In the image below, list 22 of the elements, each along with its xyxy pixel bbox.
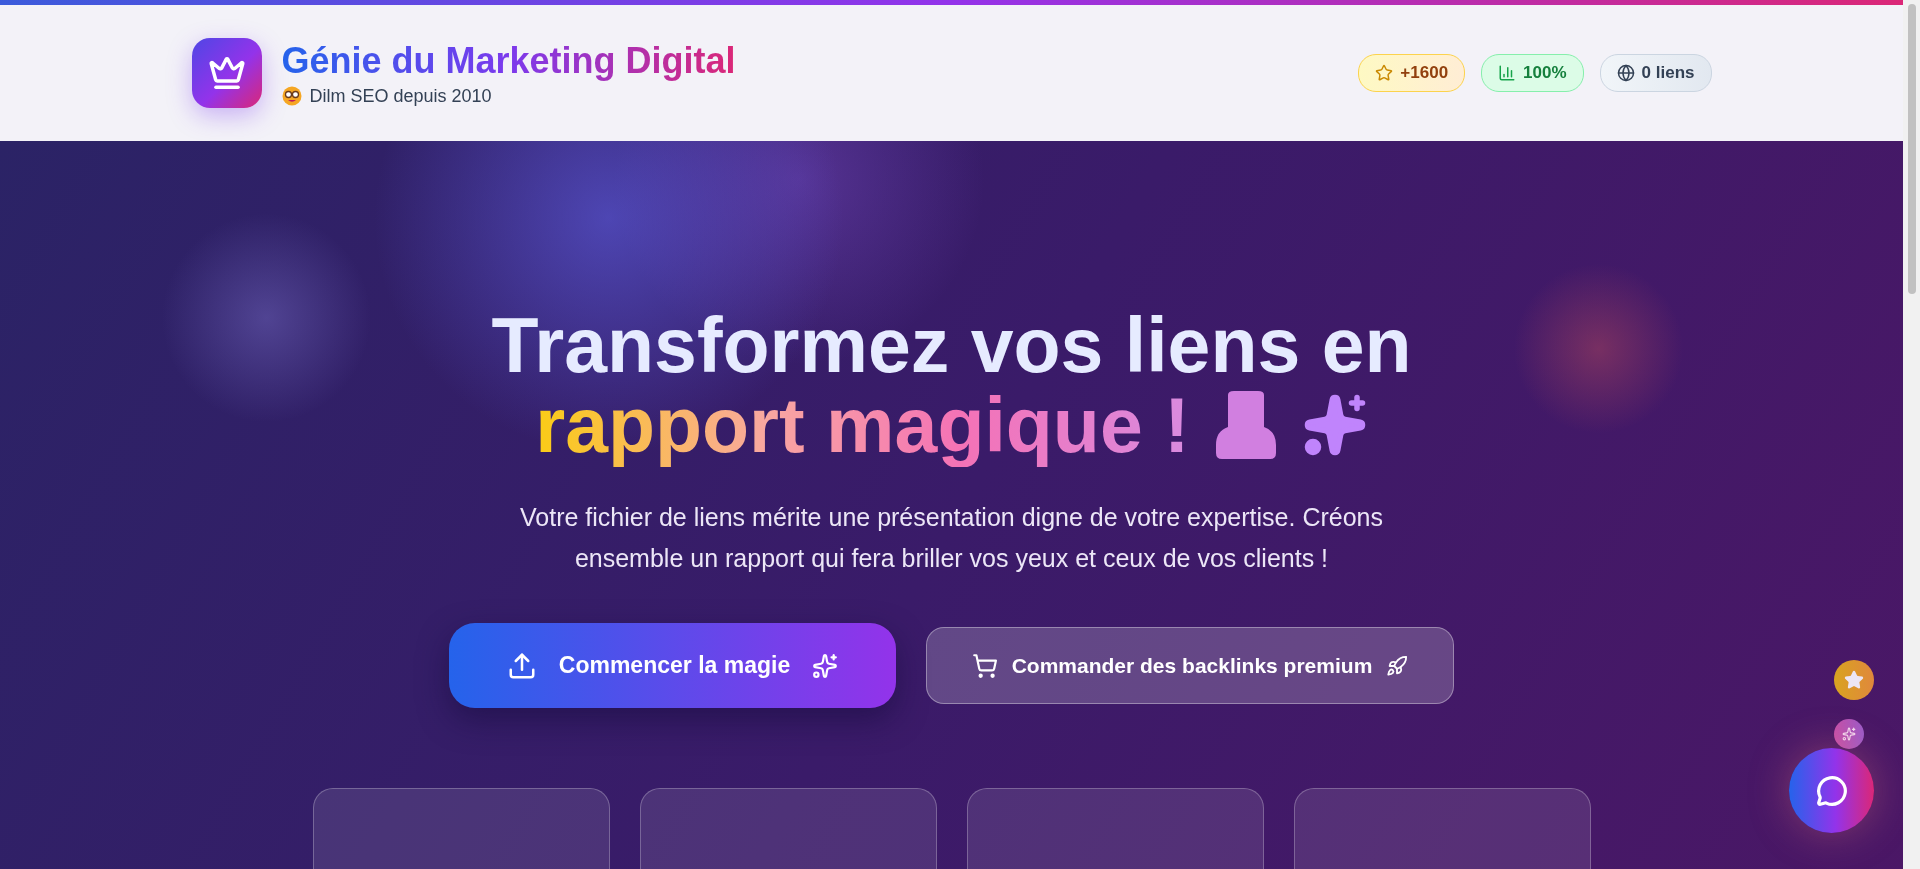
sparkles-icon	[1842, 727, 1856, 741]
order-backlinks-button[interactable]: Commander des backlinks premium	[926, 627, 1454, 704]
crown-logo	[191, 38, 262, 108]
sparkle-button[interactable]	[1834, 719, 1864, 749]
bar-chart-icon	[1498, 64, 1517, 82]
brand-subtitle: Dilm SEO depuis 2010	[309, 85, 492, 107]
globe-icon	[1616, 64, 1635, 82]
star-button[interactable]	[1834, 660, 1874, 700]
sparkles-icon	[812, 652, 839, 679]
star-icon	[1844, 670, 1864, 690]
nerd-face-icon	[281, 86, 302, 106]
stat-badge: 0 liens	[1599, 54, 1712, 92]
top-hat-icon	[1213, 391, 1278, 459]
star-icon	[1375, 64, 1394, 82]
chat-icon	[1815, 774, 1848, 807]
rocket-icon	[1386, 654, 1409, 677]
stat-badge: +1600	[1358, 54, 1466, 92]
cart-icon	[971, 652, 998, 679]
scrollbar[interactable]	[1903, 0, 1920, 869]
start-button[interactable]: Commencer la magie	[449, 623, 896, 708]
hero-description: Votre fichier de liens mérite une présentation digne de votre expertise. Créons ensemble un rapport qui fera briller vos yeux et ceux de vos clients !	[519, 502, 1384, 574]
stat-badge: 100%	[1481, 54, 1584, 92]
